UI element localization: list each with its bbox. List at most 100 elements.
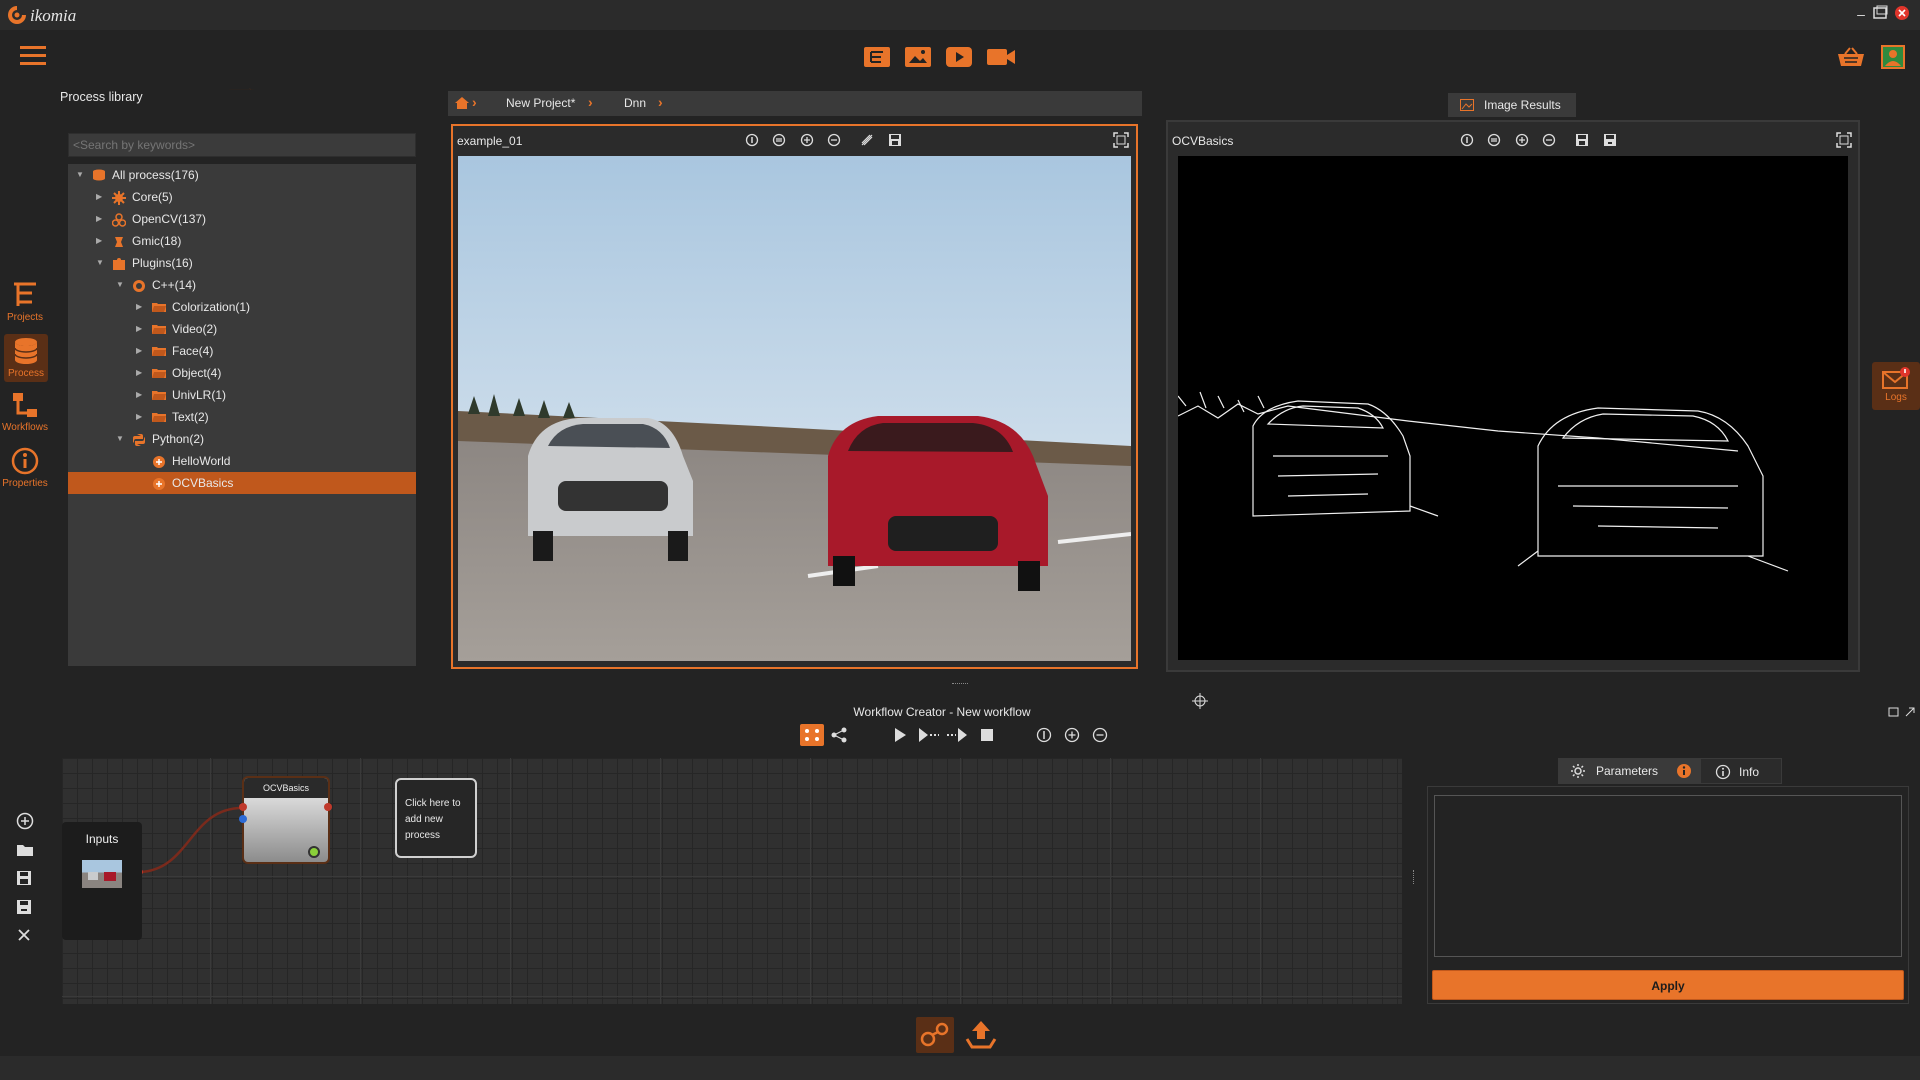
image-icon[interactable] <box>904 46 934 68</box>
expand-right-icon[interactable]: ▶ <box>136 384 146 406</box>
breadcrumb-folder[interactable]: Dnn <box>624 96 646 110</box>
tree-item[interactable]: ▶ UnivLR(1) <box>68 384 416 406</box>
expand-right-icon[interactable]: ▶ <box>136 318 146 340</box>
run-from-icon[interactable] <box>946 727 968 743</box>
user-icon[interactable] <box>1880 44 1906 70</box>
zoom-fit-icon[interactable] <box>1460 133 1474 147</box>
apply-button[interactable]: Apply <box>1432 970 1904 1000</box>
image-results-tab[interactable]: Image Results <box>1448 93 1576 117</box>
tree-item[interactable]: ▼ All process(176) <box>68 164 416 186</box>
upload-mode-button[interactable] <box>962 1017 1000 1053</box>
logs-button[interactable]: Logs <box>1872 362 1920 410</box>
tree-item-label: Python(2) <box>152 432 205 446</box>
workflow-mode-button[interactable] <box>916 1017 954 1053</box>
tree-item[interactable]: ▶ Colorization(1) <box>68 296 416 318</box>
zoom-original-icon[interactable] <box>1487 133 1501 147</box>
project-icon[interactable] <box>863 46 893 68</box>
expand-right-icon[interactable]: ▶ <box>136 296 146 318</box>
layout-tree-icon[interactable] <box>830 726 850 744</box>
input-port[interactable] <box>239 803 247 811</box>
zoom-in-icon[interactable] <box>1515 133 1529 147</box>
tab-info[interactable]: Info <box>1700 758 1782 784</box>
tree-item[interactable]: ▼ C++(14) <box>68 274 416 296</box>
minimize-button[interactable]: – <box>1852 5 1870 23</box>
nav-process[interactable]: Process <box>4 334 48 382</box>
run-to-icon[interactable] <box>918 727 940 743</box>
tree-item[interactable]: ▶ Video(2) <box>68 318 416 340</box>
breadcrumb-project[interactable]: New Project* <box>506 96 575 110</box>
zoom-in-icon[interactable] <box>800 133 814 147</box>
expand-down-icon[interactable]: ▼ <box>116 274 126 296</box>
zoom-out-icon[interactable] <box>827 133 841 147</box>
tree-item-label: OCVBasics <box>172 476 234 490</box>
tree-item[interactable]: ▼ Python(2) <box>68 428 416 450</box>
tree-item[interactable]: ▶ Object(4) <box>68 362 416 384</box>
output-port[interactable] <box>324 803 332 811</box>
home-icon[interactable] <box>454 96 470 110</box>
video-camera-icon[interactable] <box>986 46 1016 68</box>
tree-item[interactable]: HelloWorld <box>68 450 416 472</box>
stop-icon[interactable] <box>980 728 994 742</box>
tree-item[interactable]: ▶ Text(2) <box>68 406 416 428</box>
save-icon[interactable] <box>16 870 32 886</box>
hamburger-menu-icon[interactable] <box>20 44 46 68</box>
tree-item[interactable]: ▶ OpenCV(137) <box>68 208 416 230</box>
tree-item-label: Gmic(18) <box>132 234 182 248</box>
input-port[interactable] <box>239 815 247 823</box>
nav-properties[interactable]: Properties <box>0 446 50 489</box>
folder-open-icon[interactable] <box>16 842 34 858</box>
tab-parameters[interactable]: Parameters <box>1558 758 1700 784</box>
expand-right-icon[interactable]: ▶ <box>96 186 106 208</box>
nav-workflows[interactable]: Workflows <box>0 390 50 433</box>
zoom-original-icon[interactable] <box>772 133 786 147</box>
maximize-button[interactable] <box>1872 5 1890 23</box>
zoom-in-icon[interactable] <box>1064 727 1080 743</box>
search-input[interactable] <box>68 133 416 157</box>
layout-grid-icon[interactable] <box>800 724 824 746</box>
tree-item[interactable]: ▶ Face(4) <box>68 340 416 362</box>
zoom-fit-icon[interactable] <box>745 133 759 147</box>
tree-item-label: OpenCV(137) <box>132 212 207 226</box>
save-icon[interactable] <box>888 133 902 147</box>
hide-graphics-icon[interactable] <box>860 133 874 147</box>
tree-item[interactable]: ▶ Core(5) <box>68 186 416 208</box>
expand-right-icon[interactable]: ▶ <box>136 362 146 384</box>
inputs-node[interactable]: Inputs <box>62 822 142 940</box>
close-window-button[interactable] <box>1894 5 1912 23</box>
splitter-handle[interactable] <box>1413 870 1419 884</box>
expand-down-icon[interactable]: ▼ <box>96 252 106 274</box>
fullscreen-icon[interactable] <box>1836 132 1852 148</box>
info-badge-icon[interactable] <box>1676 763 1692 779</box>
expand-down-icon[interactable]: ▼ <box>76 164 86 186</box>
zoom-out-icon[interactable] <box>1092 727 1108 743</box>
expand-right-icon[interactable]: ▶ <box>136 340 146 362</box>
zoom-fit-icon[interactable] <box>1036 727 1052 743</box>
tree-item[interactable]: ▼ Plugins(16) <box>68 252 416 274</box>
tree-item[interactable]: OCVBasics <box>68 472 416 494</box>
splitter-handle[interactable] <box>952 683 968 687</box>
result-image[interactable] <box>1178 156 1848 660</box>
zoom-out-icon[interactable] <box>1542 133 1556 147</box>
expand-right-icon[interactable]: ▶ <box>136 406 146 428</box>
tree-item[interactable]: ▶ Gmic(18) <box>68 230 416 252</box>
source-image[interactable] <box>458 156 1131 661</box>
process-library-tab[interactable]: Process library <box>60 90 143 104</box>
expand-right-icon[interactable]: ▶ <box>96 230 106 252</box>
add-icon[interactable] <box>16 812 34 830</box>
detach-icon[interactable] <box>1888 706 1916 718</box>
export-icon[interactable] <box>1603 133 1617 147</box>
store-icon[interactable] <box>1836 46 1866 68</box>
ocvbasics-node[interactable]: OCVBasics <box>239 776 332 864</box>
nav-projects[interactable]: Projects <box>0 280 50 323</box>
nav-projects-label: Projects <box>6 312 44 323</box>
fullscreen-icon[interactable] <box>1113 132 1129 148</box>
expand-right-icon[interactable]: ▶ <box>96 208 106 230</box>
add-process-node[interactable]: Click here to add new process <box>395 778 477 858</box>
save-as-icon[interactable] <box>16 899 32 915</box>
run-icon[interactable] <box>892 727 908 743</box>
play-icon[interactable] <box>945 46 975 68</box>
expand-down-icon[interactable]: ▼ <box>116 428 126 450</box>
save-icon[interactable] <box>1575 133 1589 147</box>
close-icon[interactable] <box>17 928 31 942</box>
workflows-icon <box>13 393 37 417</box>
